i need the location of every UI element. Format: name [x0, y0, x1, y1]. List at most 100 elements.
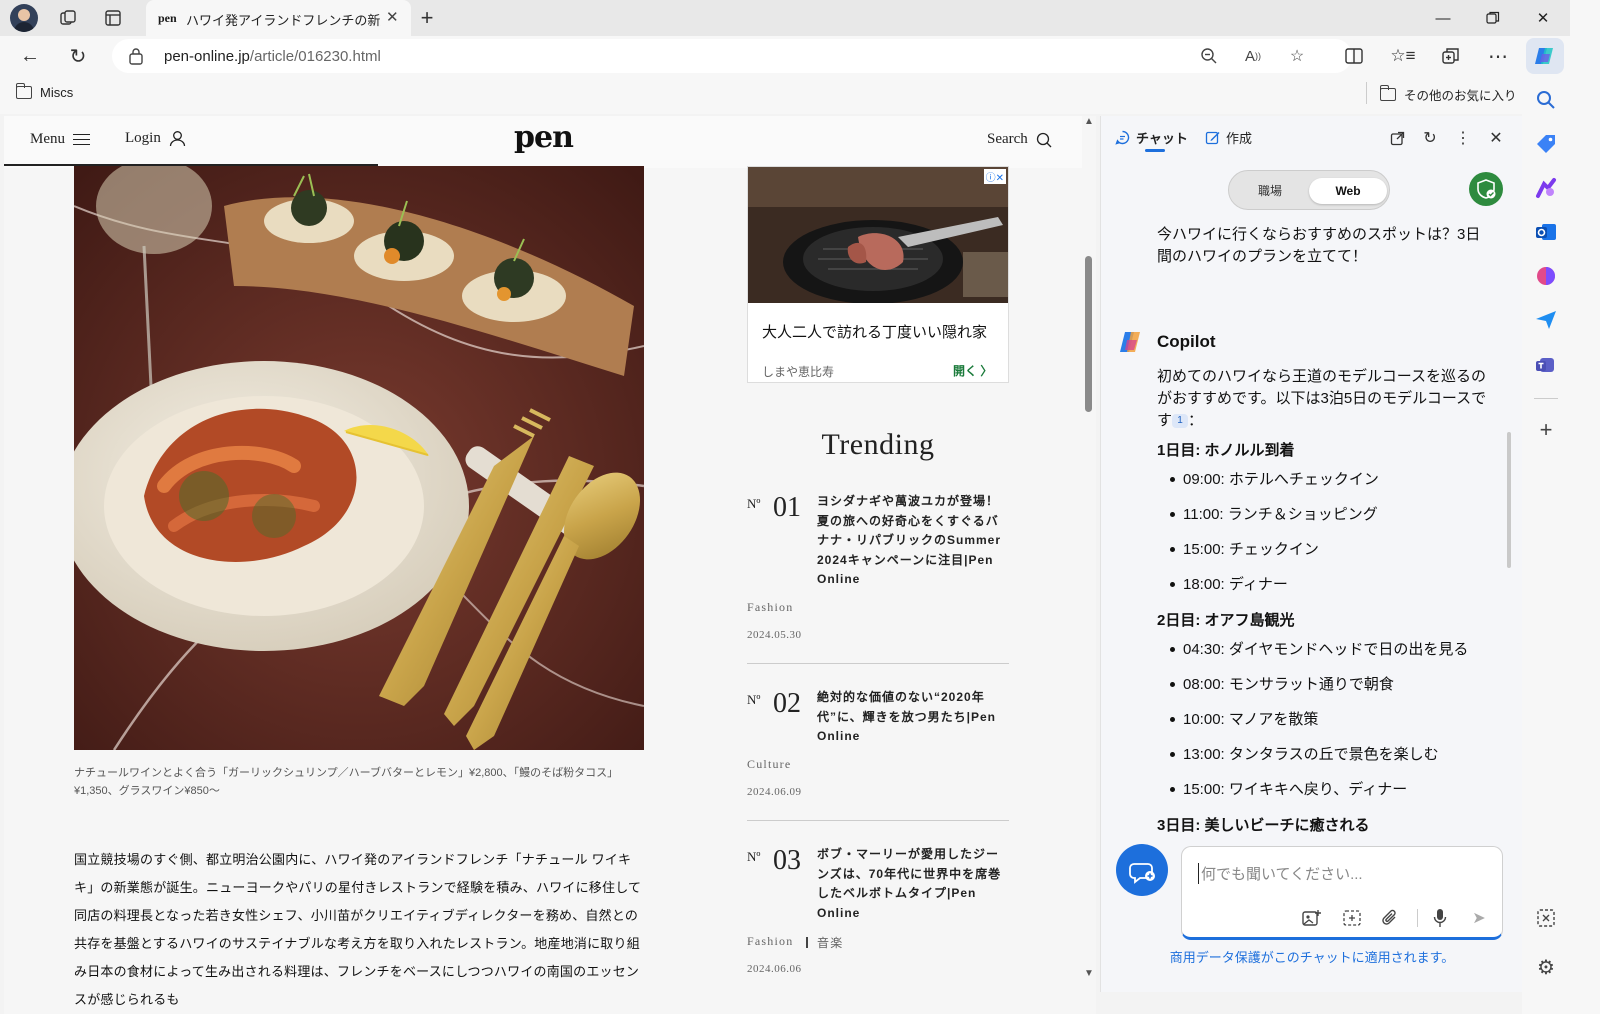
chat-scrollbar-thumb[interactable]: [1507, 432, 1511, 568]
active-tab-indicator: [1145, 149, 1165, 152]
login-button[interactable]: Login: [125, 130, 186, 147]
citation-badge[interactable]: 1: [1172, 414, 1189, 429]
settings-gear-icon[interactable]: ⚙: [1534, 956, 1558, 980]
article-body: 国立競技場のすぐ側、都立明治公園内に、ハワイ発のアイランドフレンチ「ナチュール …: [74, 852, 642, 1007]
trending-no-label: Nº: [747, 849, 761, 864]
new-tab-icon[interactable]: +: [414, 5, 440, 30]
screen-capture-icon[interactable]: [1534, 906, 1558, 930]
folder-icon: [15, 83, 32, 99]
profile-avatar[interactable]: [10, 4, 38, 32]
page-scrollbar[interactable]: ▲ ▼: [1082, 116, 1096, 986]
microphone-icon[interactable]: [1428, 907, 1452, 929]
minimize-icon[interactable]: —: [1428, 6, 1458, 30]
scroll-down-icon[interactable]: ▼: [1084, 968, 1094, 979]
read-aloud-icon[interactable]: A)): [1240, 44, 1266, 68]
split-screen-icon[interactable]: [1339, 42, 1369, 70]
trending-divider: [747, 820, 1009, 821]
other-favorites-label: その他のお気に入り: [1404, 89, 1517, 103]
tab-close-icon[interactable]: ✕: [386, 8, 399, 26]
user-message: 今ハワイに行くならおすすめのスポットは？3日間のハワイのプランを立てて！: [1157, 226, 1481, 265]
browser-tab-active[interactable]: pen ハワイ発アイランドフレンチの新業態「ナチュール ワイキキ」 ✕: [146, 0, 411, 36]
trending-item[interactable]: Nº 02 絶対的な価値のない“2020年代”に、輝きを放つ男たち|Pen On…: [747, 688, 1009, 822]
url-text[interactable]: pen-online.jp/article/016230.html: [164, 48, 381, 65]
other-favorites[interactable]: その他のお気に入り: [1379, 85, 1517, 104]
copilot-name: Copilot: [1157, 332, 1216, 351]
window-close-icon[interactable]: ✕: [1528, 6, 1558, 30]
scroll-up-icon[interactable]: ▲: [1084, 116, 1094, 127]
data-protection-notice[interactable]: 商用データ保護がこのチャットに適用されます。: [1101, 947, 1523, 966]
list-item: 10:00: マノアを散策: [1157, 702, 1497, 737]
mode-web[interactable]: Web: [1309, 178, 1387, 204]
mode-work[interactable]: 職場: [1235, 178, 1305, 204]
article-hero-image[interactable]: [74, 166, 644, 750]
login-label: Login: [125, 130, 161, 146]
copilot-logo-icon: [1120, 332, 1140, 352]
refresh-chat-icon[interactable]: ↻: [1418, 126, 1442, 150]
close-pane-icon[interactable]: ✕: [1484, 126, 1508, 150]
site-logo[interactable]: pen: [514, 120, 574, 155]
chevron-right-icon: 〉: [980, 364, 993, 378]
menu-label: Menu: [30, 131, 65, 147]
add-image-icon[interactable]: [1300, 907, 1324, 929]
collections-icon[interactable]: [1436, 42, 1466, 70]
trending-item-title[interactable]: ヨシダナギや萬波ユカが登場！夏の旅への好奇心をくすぐるバナナ・リパブリックのSu…: [817, 492, 1007, 590]
data-protection-shield-icon[interactable]: [1469, 172, 1503, 206]
add-icon[interactable]: +: [1534, 418, 1558, 442]
tab-actions-icon[interactable]: [100, 6, 126, 30]
send-icon[interactable]: ➤: [1467, 907, 1491, 929]
shopping-tag-icon[interactable]: [1534, 132, 1558, 156]
mode-toggle[interactable]: 職場 Web: [1228, 170, 1390, 210]
tab-compose[interactable]: 作成: [1205, 128, 1252, 147]
answer-intro: 初めてのハワイなら王道のモデルコースを巡るのがおすすめです。以下は3泊5日のモデ…: [1157, 368, 1487, 429]
send-share-icon[interactable]: [1534, 308, 1558, 332]
trending-category[interactable]: Fashion: [747, 934, 793, 949]
trending-category[interactable]: Fashion: [747, 600, 793, 615]
trending-item[interactable]: Nº 03 ボブ・マーリーが愛用したジーンズは、70年代に世界中を席巻したベルボ…: [747, 845, 1009, 985]
title-bar: pen ハワイ発アイランドフレンチの新業態「ナチュール ワイキキ」 ✕ + — …: [0, 0, 1600, 36]
day-heading: 1日目: ホノルル到着: [1157, 442, 1295, 459]
tab-chat[interactable]: チャット: [1115, 128, 1188, 147]
address-bar[interactable]: pen-online.jp/article/016230.html A)) ☆: [112, 39, 1352, 73]
trending-no-label: Nº: [747, 692, 761, 707]
more-options-icon[interactable]: ⋯: [1483, 42, 1513, 70]
more-options-icon[interactable]: ⋮: [1451, 126, 1475, 150]
site-search-button[interactable]: Search: [987, 131, 1052, 148]
lock-icon[interactable]: [128, 47, 144, 65]
designer-icon[interactable]: [1534, 264, 1558, 288]
menu-button[interactable]: Menu: [30, 131, 90, 148]
attach-icon[interactable]: [1378, 907, 1402, 929]
page-scrollbar-thumb[interactable]: [1085, 256, 1092, 412]
new-chat-button[interactable]: [1116, 844, 1168, 896]
games-icon[interactable]: [1534, 176, 1558, 200]
favorites-folder-label: Miscs: [40, 85, 74, 100]
ad-sponsor: しまや恵比寿: [762, 365, 835, 379]
adchoices-icon[interactable]: ⓘ✕: [983, 169, 1006, 184]
ad-open-button[interactable]: 開く 〉: [953, 362, 992, 379]
open-in-new-tab-icon[interactable]: [1385, 126, 1409, 150]
trending-item-title[interactable]: 絶対的な価値のない“2020年代”に、輝きを放つ男たち|Pen Online: [817, 688, 1007, 747]
chat-input-placeholder[interactable]: 何でも聞いてください...: [1198, 863, 1363, 884]
chat-input[interactable]: 何でも聞いてください... ➤: [1181, 846, 1503, 940]
sponsored-ad[interactable]: ⓘ✕ 大人二人で訪れる丁度いい隠れ家 しまや恵比寿 開く 〉: [747, 166, 1009, 383]
workspaces-icon[interactable]: [55, 6, 81, 30]
trending-tag[interactable]: 音楽: [817, 934, 843, 951]
tab-title: ハワイ発アイランドフレンチの新業態「ナチュール ワイキキ」: [186, 13, 381, 28]
favorites-icon[interactable]: ☆≡: [1388, 42, 1418, 70]
back-icon[interactable]: ←: [15, 42, 45, 70]
ad-headline[interactable]: 大人二人で訪れる丁度いい隠れ家: [762, 321, 987, 342]
zoom-out-icon[interactable]: [1196, 44, 1222, 68]
screenshot-icon[interactable]: [1340, 907, 1364, 929]
trending-category[interactable]: Culture: [747, 757, 791, 772]
restore-icon[interactable]: [1478, 6, 1508, 30]
trending-date: 2024.05.30: [747, 629, 802, 641]
outlook-icon[interactable]: [1534, 220, 1558, 244]
trending-item[interactable]: Nº 01 ヨシダナギや萬波ユカが登場！夏の旅への好奇心をくすぐるバナナ・リパブ…: [747, 492, 1009, 664]
refresh-icon[interactable]: ↻: [63, 42, 93, 70]
list-item: 15:00: チェックイン: [1157, 532, 1497, 567]
favorites-folder-miscs[interactable]: Miscs: [15, 83, 74, 100]
copilot-toolbar-icon[interactable]: [1526, 38, 1564, 74]
teams-icon[interactable]: [1534, 352, 1558, 376]
search-icon[interactable]: [1534, 88, 1558, 112]
favorite-star-icon[interactable]: ☆: [1284, 44, 1310, 68]
trending-item-title[interactable]: ボブ・マーリーが愛用したジーンズは、70年代に世界中を席巻したベルボトムタイプ|…: [817, 845, 1007, 923]
